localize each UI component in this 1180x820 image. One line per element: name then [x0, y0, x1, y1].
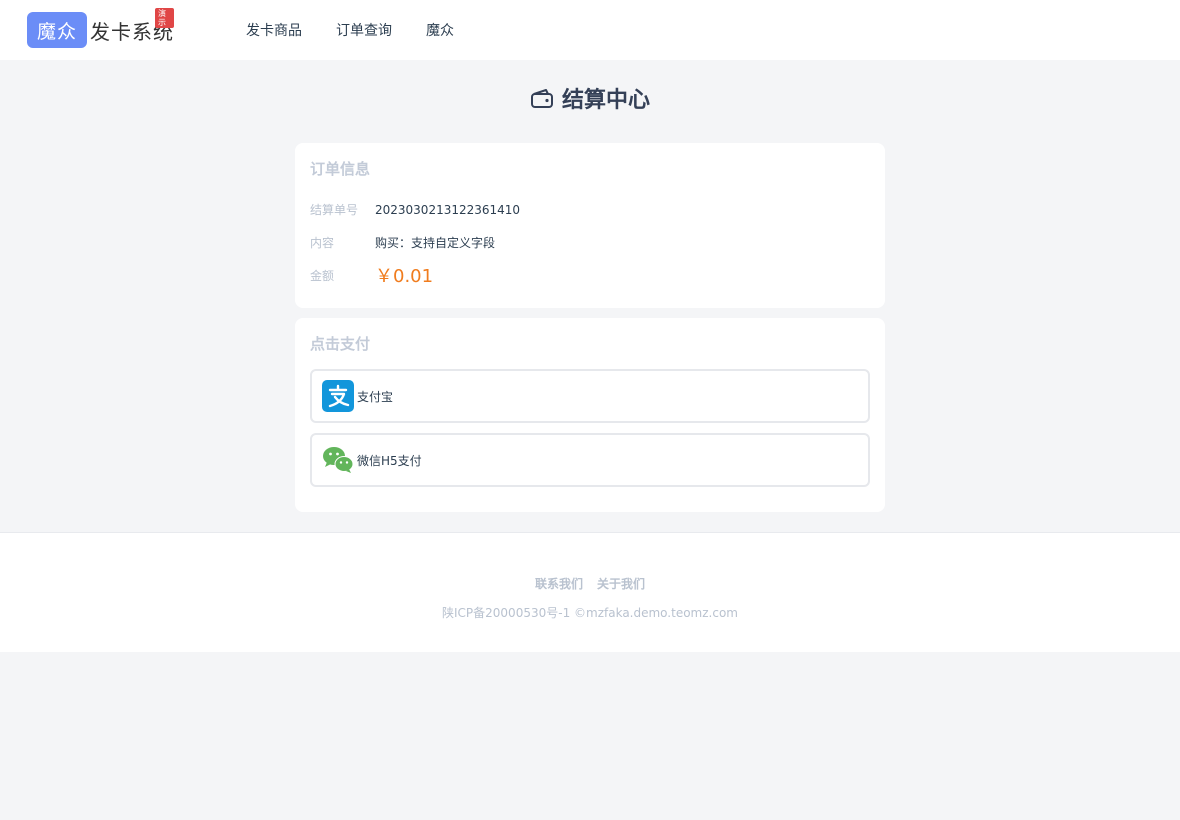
order-amount-label: 金额: [310, 268, 335, 283]
nav-item-order-query[interactable]: 订单查询: [336, 20, 392, 40]
order-amount-value: ￥0.01: [375, 266, 434, 287]
order-number-row: 结算单号 2023030213122361410: [310, 201, 520, 218]
order-content-value: 购买：支持自定义字段: [375, 236, 496, 250]
footer-link-contact[interactable]: 联系我们: [535, 575, 583, 592]
alipay-button[interactable]: 支付宝: [310, 369, 870, 423]
order-amount-row: 金额 ￥0.01: [310, 262, 433, 288]
page-footer: 联系我们 关于我们 陕ICP备20000530号-1 ©mzfaka.demo.…: [0, 532, 1180, 652]
page-title: 结算中心: [0, 82, 1180, 114]
wechat-icon: [323, 447, 354, 473]
wechat-h5-pay-label: 微信H5支付: [357, 453, 422, 468]
demo-badge: 演示: [155, 8, 174, 28]
nav-item-products[interactable]: 发卡商品: [246, 20, 302, 40]
payment-card-title: 点击支付: [310, 335, 371, 353]
wallet-icon: [530, 89, 553, 108]
top-header: 魔众 发卡系统 演示 发卡商品 订单查询 魔众: [0, 0, 1180, 60]
footer-links: 联系我们 关于我们: [0, 575, 1180, 592]
order-content-label: 内容: [310, 236, 335, 250]
order-content-row: 内容 购买：支持自定义字段: [310, 234, 495, 251]
order-number-label: 结算单号: [310, 203, 359, 217]
page-title-text: 结算中心: [561, 88, 650, 113]
nav-item-mozhong[interactable]: 魔众: [426, 20, 454, 40]
payment-card: 点击支付 支付宝 微信H5支付: [295, 318, 885, 512]
order-card-title: 订单信息: [310, 160, 371, 178]
main-nav: 发卡商品 订单查询 魔众: [246, 0, 488, 60]
logo-mark: 魔众: [27, 12, 87, 48]
site-logo[interactable]: 魔众 发卡系统 演示: [27, 8, 174, 48]
footer-link-about[interactable]: 关于我们: [597, 575, 645, 592]
footer-copyright: 陕ICP备20000530号-1 ©mzfaka.demo.teomz.com: [442, 606, 738, 620]
order-info-card: 订单信息 结算单号 2023030213122361410 内容 购买：支持自定…: [295, 143, 885, 308]
alipay-icon: [322, 380, 354, 412]
order-number-value: 2023030213122361410: [375, 202, 521, 217]
alipay-label: 支付宝: [357, 389, 394, 404]
wechat-h5-pay-button[interactable]: 微信H5支付: [310, 433, 870, 487]
